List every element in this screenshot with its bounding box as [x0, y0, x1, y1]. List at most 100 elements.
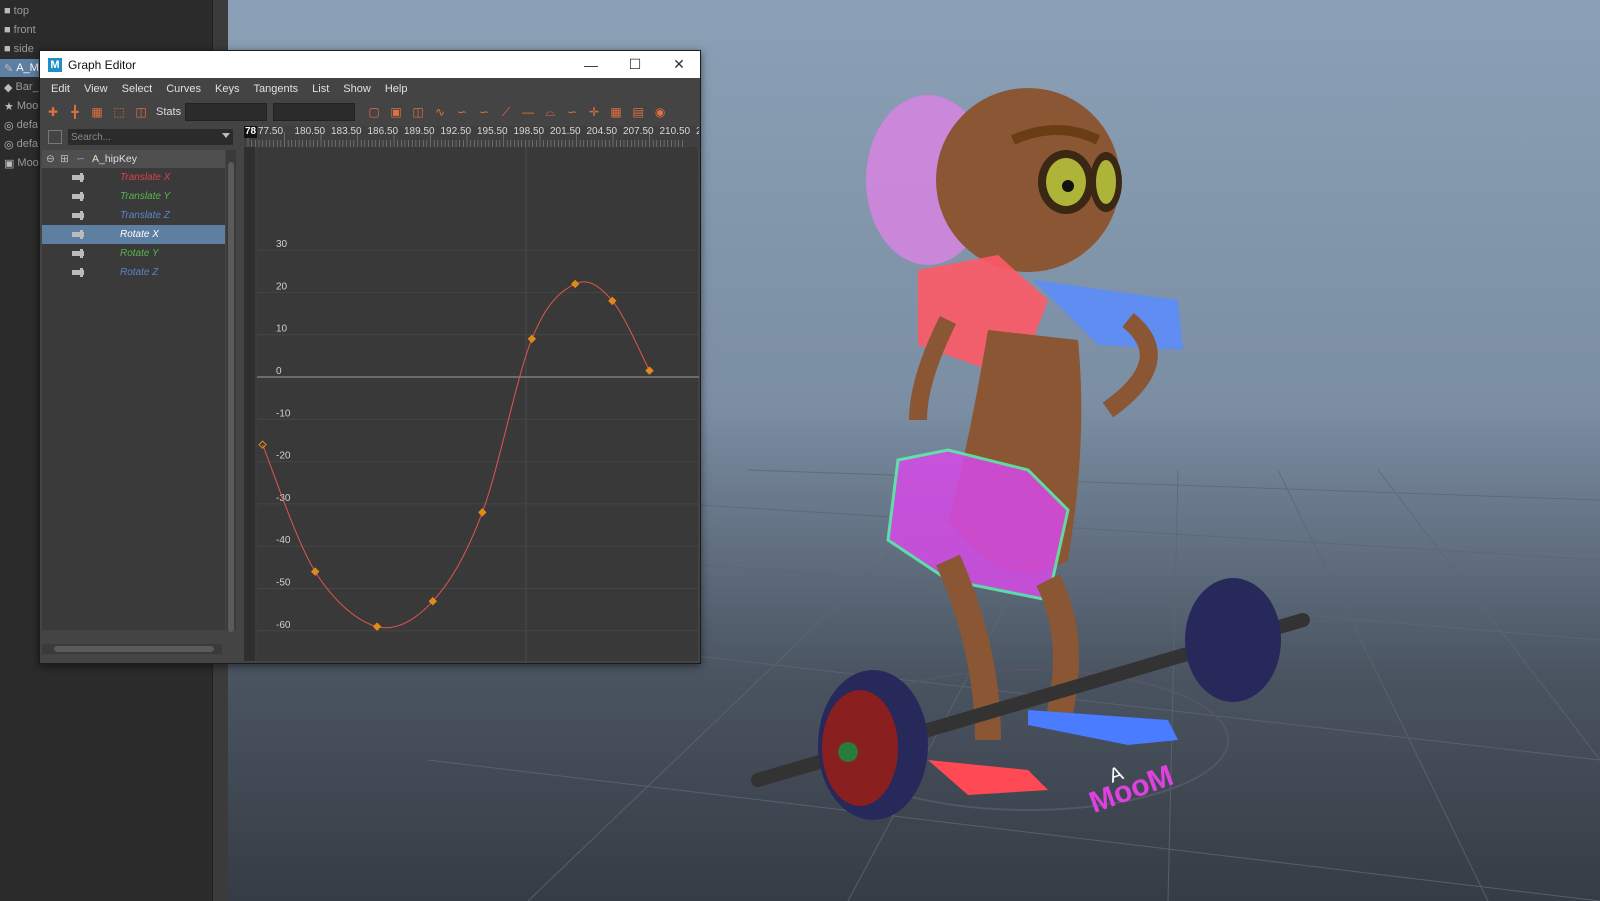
time-tick-label: 198.50: [514, 126, 545, 137]
node-row-a-hipkey[interactable]: ⊖ ⊞ ∽ A_hipKey: [42, 150, 225, 168]
value-tick-label: -40: [276, 535, 291, 546]
outliner-item-label: front: [13, 24, 36, 36]
window-title: Graph Editor: [68, 57, 137, 72]
break-tangent-icon[interactable]: ✛: [585, 104, 603, 120]
anim-icon: ✎: [4, 62, 14, 75]
collapse-icon[interactable]: ⊖: [46, 153, 55, 165]
value-tick-label: 0: [276, 366, 282, 377]
curve-graph[interactable]: 77.50 180.50 183.50 186.50 189.50 192.50 195.5…: [244, 126, 699, 661]
time-tick-label: 192.50: [441, 126, 472, 137]
mesh-icon: ◆: [4, 81, 13, 94]
frame-playback-icon[interactable]: ◫: [409, 104, 427, 120]
value-tick-label: -20: [276, 451, 291, 462]
set-icon: ◎: [4, 119, 14, 132]
curve-row[interactable]: Translate X: [42, 168, 225, 187]
spline-tangent-icon[interactable]: ∽: [453, 104, 471, 120]
outliner-item-label: Moo: [17, 157, 39, 169]
outliner-item[interactable]: ▣ Moo: [4, 154, 39, 172]
scroll-thumb[interactable]: [54, 646, 214, 652]
filter-icon[interactable]: [48, 130, 62, 144]
graph-background: [244, 126, 699, 661]
stats-label: Stats: [156, 106, 182, 118]
menu-list[interactable]: List: [305, 83, 336, 95]
plateau-tangent-icon[interactable]: ∽: [563, 104, 581, 120]
frame-selection-icon[interactable]: ▣: [387, 104, 405, 120]
curve-list-panel: Search... ⊖ ⊞ ∽ A_hipKey Translate X Tran…: [40, 126, 238, 661]
outliner-item[interactable]: ★ Moo: [4, 97, 38, 115]
outliner-item[interactable]: ■ top: [4, 2, 29, 20]
graph-editor-toolbar: ✚ ╋ ▦ ⬚ ◫ Stats ▢ ▣ ◫ ∿ ∽ ∽ ⟋ — ⌓ ∽ ✛ ▦ …: [40, 100, 700, 124]
step-tangent-icon[interactable]: ⌓: [541, 104, 559, 120]
clamped-tangent-icon[interactable]: ∽: [475, 104, 493, 120]
graph-left-band: [244, 147, 257, 661]
menu-view[interactable]: View: [77, 83, 115, 95]
menu-keys[interactable]: Keys: [208, 83, 246, 95]
graph-editor-titlebar[interactable]: M Graph Editor — ☐ ✕: [40, 51, 700, 78]
outliner-item[interactable]: ■ side: [4, 40, 34, 58]
key-icon: [72, 230, 84, 239]
close-button[interactable]: ✕: [657, 51, 701, 78]
trax-editor-icon[interactable]: ▤: [629, 104, 647, 120]
outliner-item[interactable]: ■ front: [4, 21, 36, 39]
outliner-item[interactable]: ◎ defa: [4, 116, 38, 134]
search-input[interactable]: Search...: [68, 129, 233, 145]
value-tick-label: -30: [276, 493, 291, 504]
time-tick-label: 189.50: [404, 126, 435, 137]
retime-icon[interactable]: ◫: [132, 104, 150, 120]
curve-label: Rotate Z: [120, 267, 159, 278]
menu-edit[interactable]: Edit: [44, 83, 77, 95]
menu-show[interactable]: Show: [336, 83, 378, 95]
menu-help[interactable]: Help: [378, 83, 415, 95]
outliner-item-label: Moo: [16, 100, 39, 112]
scroll-thumb[interactable]: [228, 162, 234, 632]
outliner-item[interactable]: ✎ A_M: [0, 59, 40, 77]
region-select-icon[interactable]: ⬚: [110, 104, 128, 120]
camera-icon: ■: [4, 43, 11, 55]
flat-tangent-icon[interactable]: —: [519, 104, 537, 120]
insert-key-icon[interactable]: ╋: [66, 104, 84, 120]
character-icon: ★: [4, 100, 14, 113]
outliner-item[interactable]: ◎ defa: [4, 135, 38, 153]
curve-row[interactable]: Translate Y: [42, 187, 225, 206]
time-tick-label: 201.50: [550, 126, 581, 137]
stats-value-field[interactable]: [273, 103, 356, 121]
curve-row[interactable]: Translate Z: [42, 206, 225, 225]
time-tick-label: 77.50: [258, 126, 283, 137]
time-tick-label: 195.50: [477, 126, 508, 137]
expand-all-icon[interactable]: ⊞: [60, 153, 69, 165]
menu-select[interactable]: Select: [115, 83, 160, 95]
auto-tangent-icon[interactable]: ∿: [431, 104, 449, 120]
time-tick-label: 180.50: [295, 126, 326, 137]
maximize-button[interactable]: ☐: [613, 51, 657, 78]
time-tick-label: 2: [696, 126, 699, 137]
linear-tangent-icon[interactable]: ⟋: [497, 104, 515, 120]
curve-list-hscrollbar[interactable]: [42, 644, 222, 654]
time-tick-label: 186.50: [368, 126, 399, 137]
minimize-button[interactable]: —: [569, 51, 613, 78]
curve-row[interactable]: Rotate X: [42, 225, 225, 244]
outliner-item-label: A_M: [16, 62, 39, 74]
graph-editor-window: M Graph Editor — ☐ ✕ Edit View Select Cu…: [39, 50, 701, 664]
menu-tangents[interactable]: Tangents: [247, 83, 306, 95]
curve-list: ⊖ ⊞ ∽ A_hipKey Translate X Translate Y Tra…: [42, 150, 225, 630]
chevron-down-icon[interactable]: [222, 133, 230, 138]
camera-sequencer-icon[interactable]: ◉: [651, 104, 669, 120]
stats-time-field[interactable]: [185, 103, 268, 121]
key-icon: [72, 211, 84, 220]
frame-all-icon[interactable]: ▢: [365, 104, 383, 120]
dope-sheet-icon[interactable]: ▦: [607, 104, 625, 120]
curve-row[interactable]: Rotate Z: [42, 263, 225, 282]
move-key-icon[interactable]: ✚: [44, 104, 62, 120]
maya-logo-icon: M: [48, 57, 62, 72]
curve-row[interactable]: Rotate Y: [42, 244, 225, 263]
curve-list-vscrollbar[interactable]: [226, 150, 236, 632]
outliner-item-label: Bar_: [15, 81, 39, 93]
lattice-icon[interactable]: ▦: [88, 104, 106, 120]
outliner-item[interactable]: ◆ Bar_: [4, 78, 39, 96]
curve-label: Rotate Y: [120, 248, 159, 259]
menu-curves[interactable]: Curves: [159, 83, 208, 95]
value-tick-label: 10: [276, 324, 288, 335]
curve-label: Translate Z: [120, 210, 170, 221]
graph-view[interactable]: 77.50 180.50 183.50 186.50 189.50 192.50 195.5…: [244, 126, 699, 661]
curve-node-icon: ∽: [76, 153, 85, 165]
